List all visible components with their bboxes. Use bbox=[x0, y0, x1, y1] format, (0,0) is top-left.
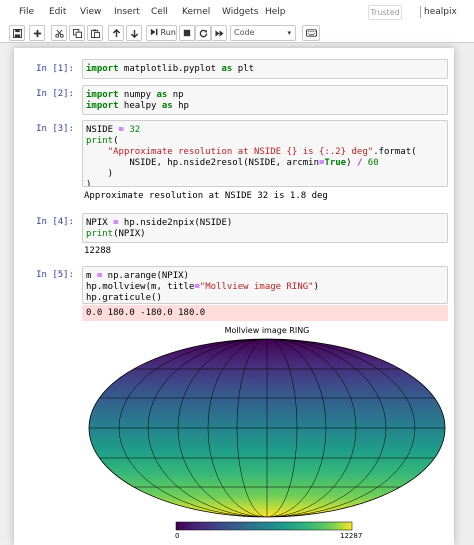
cell-type-value: Code bbox=[234, 28, 255, 37]
paste-icon bbox=[90, 29, 100, 38]
menubar: File Edit View Insert Cell Kernel Widget… bbox=[0, 0, 474, 24]
cell-output: 12288 bbox=[84, 246, 112, 256]
code-cell-3[interactable]: NSIDE = 32 print( "Approximate resolutio… bbox=[82, 120, 448, 187]
cut-icon bbox=[54, 29, 64, 38]
menu-help[interactable]: Help bbox=[265, 7, 286, 17]
keyboard-icon bbox=[305, 29, 317, 37]
plus-icon bbox=[33, 29, 41, 38]
cell-prompt: In [2]: bbox=[36, 89, 74, 99]
interrupt-button[interactable] bbox=[179, 25, 195, 41]
trusted-badge[interactable]: Trusted bbox=[368, 5, 402, 20]
kernel-name[interactable]: healpix bbox=[424, 7, 457, 17]
paste-button[interactable] bbox=[87, 25, 103, 41]
cell-prompt: In [5]: bbox=[36, 270, 74, 280]
mollview-figure: Mollview image RING 0 12287 bbox=[82, 326, 452, 544]
menubar-divider bbox=[420, 6, 421, 18]
code-cell-2[interactable]: import numpy as np import healpy as hp bbox=[82, 85, 448, 115]
colorbar-min-label: 0 bbox=[175, 532, 180, 540]
save-icon bbox=[12, 29, 22, 38]
restart-icon bbox=[199, 29, 207, 38]
menu-cell[interactable]: Cell bbox=[151, 7, 168, 17]
stop-icon bbox=[183, 29, 191, 37]
fast-forward-icon bbox=[214, 30, 224, 37]
cell-prompt: In [1]: bbox=[36, 64, 74, 74]
copy-button[interactable] bbox=[69, 25, 85, 41]
menu-kernel[interactable]: Kernel bbox=[182, 7, 210, 17]
menu-edit[interactable]: Edit bbox=[49, 7, 66, 17]
cell-prompt: In [3]: bbox=[36, 124, 74, 134]
move-down-button[interactable] bbox=[126, 25, 142, 41]
arrow-down-icon bbox=[130, 29, 138, 38]
save-button[interactable] bbox=[9, 25, 25, 41]
menu-widgets[interactable]: Widgets bbox=[222, 7, 258, 17]
cell-output: Approximate resolution at NSIDE 32 is 1.… bbox=[84, 191, 328, 201]
code-cell-5[interactable]: m = np.arange(NPIX) hp.mollview(m, title… bbox=[82, 266, 448, 304]
run-button[interactable]: Run bbox=[146, 25, 177, 41]
stderr-output: 0.0 180.0 -180.0 180.0 bbox=[82, 305, 448, 321]
colorbar-max-label: 12287 bbox=[340, 532, 363, 540]
copy-icon bbox=[72, 29, 82, 38]
code-cell-1[interactable]: import matplotlib.pyplot as plt bbox=[82, 59, 448, 79]
code-cell-4[interactable]: NPIX = hp.nside2npix(NSIDE) print(NPIX) bbox=[82, 213, 448, 243]
move-up-button[interactable] bbox=[108, 25, 124, 41]
command-palette-button[interactable] bbox=[302, 25, 320, 41]
menu-insert[interactable]: Insert bbox=[114, 7, 140, 17]
restart-run-all-button[interactable] bbox=[211, 25, 227, 41]
cut-button[interactable] bbox=[51, 25, 67, 41]
run-label: Run bbox=[160, 28, 176, 37]
colorbar bbox=[175, 521, 353, 531]
restart-button[interactable] bbox=[195, 25, 211, 41]
chevron-down-icon: ▾ bbox=[287, 29, 291, 37]
insert-cell-button[interactable] bbox=[29, 25, 45, 41]
arrow-up-icon bbox=[112, 29, 120, 38]
cell-type-select[interactable]: Code ▾ bbox=[230, 25, 296, 41]
notebook-container: In [1]: import matplotlib.pyplot as plt … bbox=[14, 48, 454, 545]
menu-file[interactable]: File bbox=[19, 7, 34, 17]
step-forward-icon bbox=[150, 28, 158, 36]
mollview-map bbox=[88, 338, 446, 531]
cell-prompt: In [4]: bbox=[36, 217, 74, 227]
menu-view[interactable]: View bbox=[80, 7, 101, 17]
toolbar: Run Code ▾ bbox=[0, 24, 474, 43]
